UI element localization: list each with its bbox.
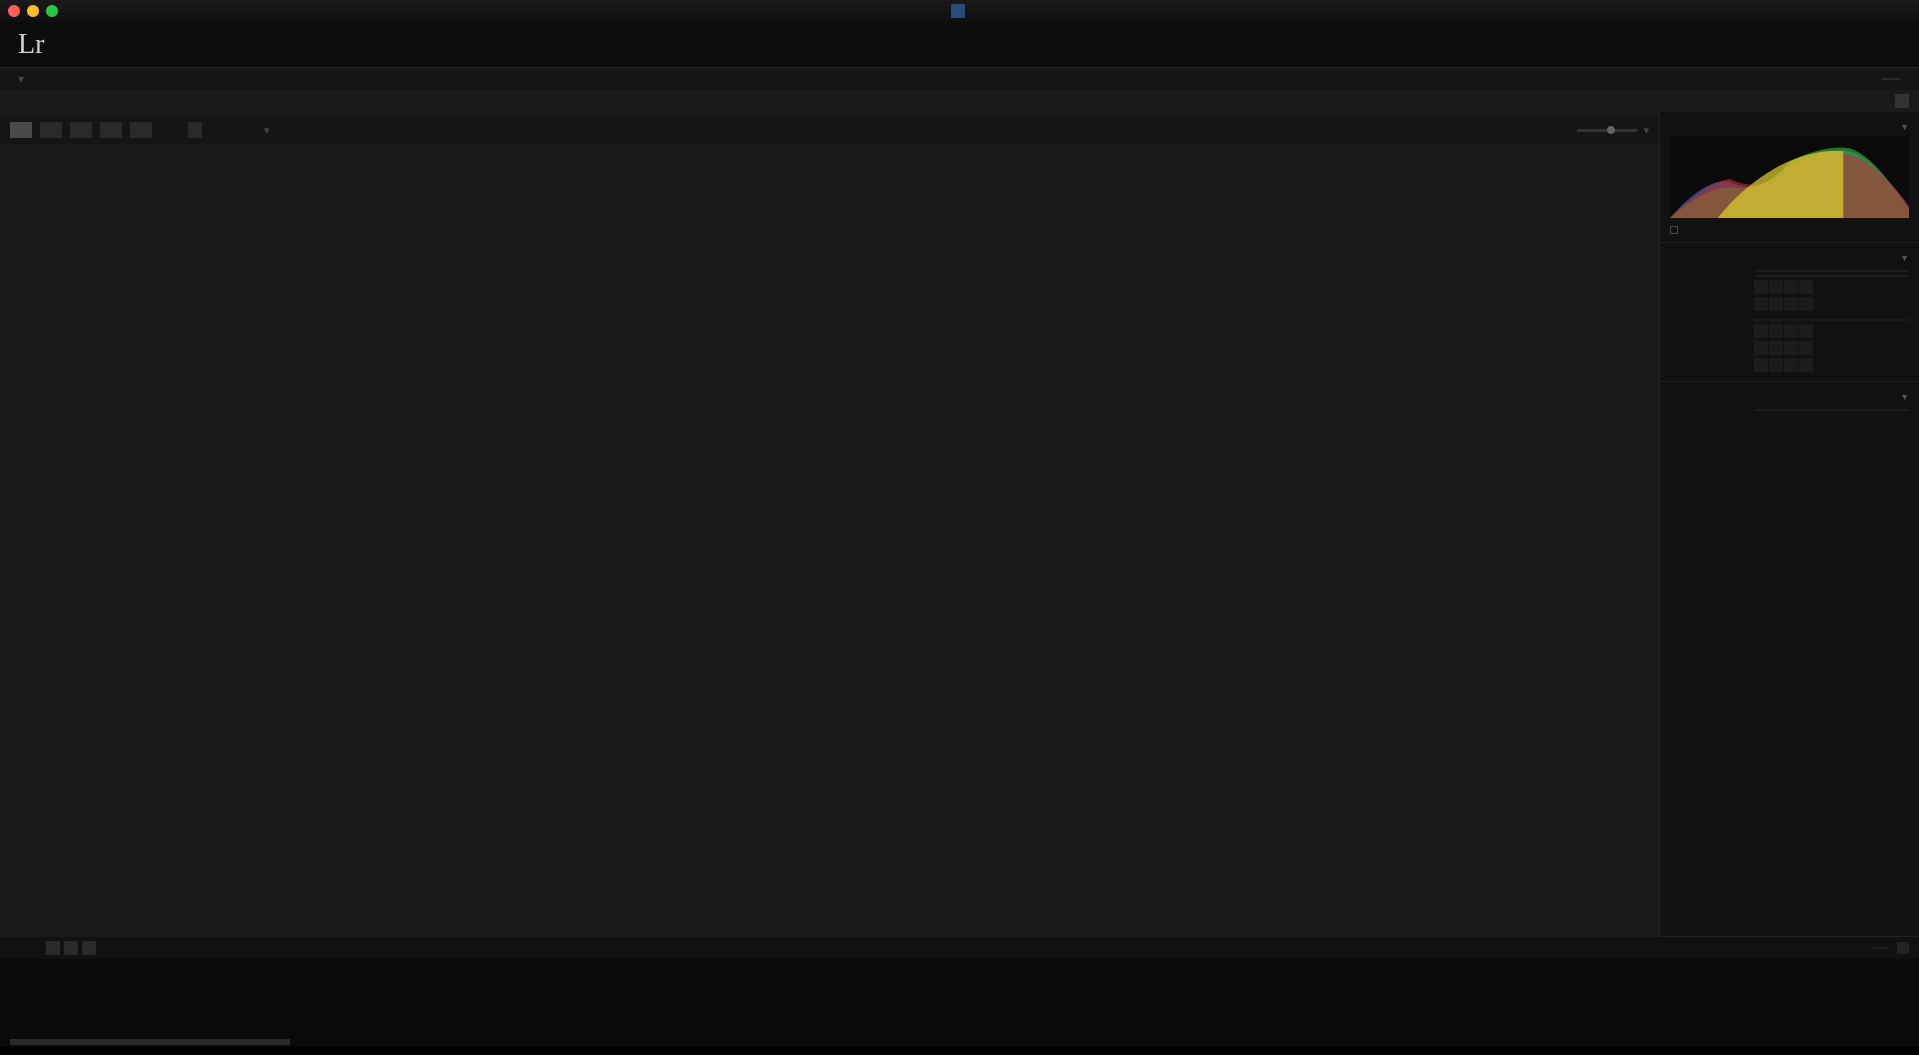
triangle-down-icon[interactable]: ▼ — [1900, 253, 1909, 263]
activity-bar: ▾ — [0, 68, 1919, 90]
vibrance-stepper[interactable] — [1754, 358, 1813, 372]
chevron-down-icon: ▾ — [264, 124, 270, 137]
grid-nav-icons — [46, 941, 96, 955]
people-view-icon[interactable] — [130, 122, 152, 138]
triangle-down-icon[interactable]: ▼ — [1900, 392, 1909, 402]
survey-view-icon[interactable] — [100, 122, 122, 138]
close-window-icon[interactable] — [8, 5, 20, 17]
keywording-panel: ▼ — [1660, 382, 1919, 937]
filmstrip — [0, 959, 1919, 1047]
quick-develop-panel: ▼ — [1660, 243, 1919, 382]
exposure-stepper[interactable] — [1754, 324, 1813, 338]
thumbnail-size-slider[interactable] — [1577, 129, 1637, 132]
library-filter-bar — [0, 90, 1919, 112]
compare-view-icon[interactable] — [70, 122, 92, 138]
clarity-stepper[interactable] — [1754, 341, 1813, 355]
identity-plate[interactable]: Lr — [18, 29, 56, 61]
filmstrip-scrollbar[interactable] — [0, 1037, 1919, 1047]
filmstrip-thumbs[interactable] — [0, 959, 1919, 1037]
white-balance-dropdown[interactable] — [1754, 275, 1909, 277]
enter-keywords-dropdown[interactable] — [1754, 409, 1909, 411]
catalog-icon — [951, 4, 965, 18]
keywords-textarea[interactable] — [1670, 414, 1909, 418]
auto-tone-button[interactable] — [1754, 319, 1909, 321]
tint-stepper[interactable] — [1754, 297, 1813, 311]
traffic-lights — [8, 5, 58, 17]
grid-toolbar: ▾ ▾ — [0, 116, 1659, 144]
forward-icon[interactable] — [82, 941, 96, 955]
chevron-down-icon[interactable]: ▾ — [18, 72, 24, 86]
histogram-display[interactable] — [1670, 136, 1909, 218]
window-title — [951, 4, 969, 18]
zoom-window-icon[interactable] — [46, 5, 58, 17]
main-area: ▾ ▾ ▼ ▼ — [0, 112, 1919, 937]
back-icon[interactable] — [64, 941, 78, 955]
grid-view: ▾ ▾ — [0, 112, 1659, 937]
loupe-view-icon[interactable] — [40, 122, 62, 138]
lock-icon[interactable] — [1895, 94, 1909, 108]
minimize-window-icon[interactable] — [27, 5, 39, 17]
thumbnail-size-control: ▾ — [1571, 124, 1649, 137]
saved-preset-dropdown[interactable] — [1754, 270, 1909, 272]
lightroom-logo-icon: Lr — [18, 29, 44, 61]
temperature-stepper[interactable] — [1754, 280, 1813, 294]
grid-view-icon[interactable] — [10, 122, 32, 138]
make-public-button[interactable] — [1881, 78, 1901, 80]
header-bar: Lr — [0, 22, 1919, 68]
histogram-panel: ▼ — [1660, 112, 1919, 243]
chevron-down-icon[interactable]: ▾ — [1643, 124, 1649, 137]
right-panel-group: ▼ ▼ ▼ — [1659, 112, 1919, 937]
triangle-down-icon[interactable]: ▼ — [1900, 122, 1909, 132]
grid-icon[interactable] — [46, 941, 60, 955]
macos-titlebar — [0, 0, 1919, 22]
flag-filter-icon[interactable] — [1897, 942, 1909, 954]
status-bar — [0, 937, 1919, 959]
painter-icon[interactable] — [188, 122, 202, 138]
filmstrip-filter-dropdown[interactable] — [1873, 947, 1889, 949]
